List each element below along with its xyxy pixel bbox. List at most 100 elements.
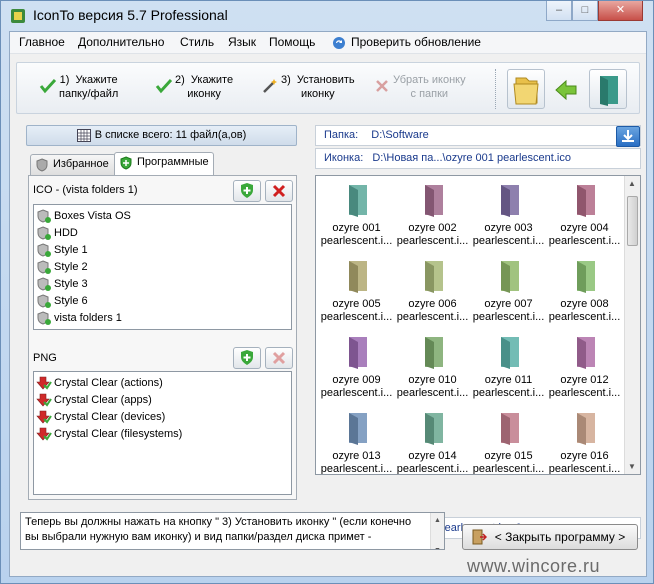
scroll-thumb[interactable] [627,196,638,246]
download-arrow-icon [36,393,52,407]
maximize-button[interactable]: □ [572,1,598,21]
folder-icon [424,185,443,217]
icon-name-ext: pearlescent.i... [320,311,393,323]
folder-path-row: Папка: D:\Software [315,125,641,147]
list-item[interactable]: vista folders 1 [34,310,291,327]
png-section-label: PNG [33,352,57,364]
tab-favorites[interactable]: Избранное [30,154,116,175]
list-item[interactable]: Crystal Clear (actions) [34,375,291,392]
icon-name: ozyre 014 [408,450,457,462]
shield-plus-icon [37,311,51,325]
step2-select-icon-button[interactable]: 2) Укажите иконку [155,69,245,109]
icon-grid-item[interactable]: ozyre 014 pearlescent.i... [395,410,470,474]
icon-name: ozyre 004 [560,222,609,234]
close-program-button[interactable]: < Закрыть программу > [462,524,638,550]
folder-label: Папка: [324,129,359,141]
icon-path-row: Иконка: D:\Новая па...\ozyre 001 pearles… [315,148,641,169]
menu-help[interactable]: Помощь [269,35,315,49]
file-count-text: В списке всего: 11 файл(а,ов) [94,129,247,141]
icon-name-ext: pearlescent.i... [472,463,545,475]
step3-label: 3) Установить иконку [281,74,355,100]
list-item[interactable]: Crystal Clear (devices) [34,409,291,426]
add-shield-icon [241,350,253,365]
folder-icon [500,413,519,445]
icon-grid-item[interactable]: ozyre 012 pearlescent.i... [547,334,622,410]
ico-add-button[interactable] [233,180,261,202]
icon-grid-item[interactable]: ozyre 010 pearlescent.i... [395,334,470,410]
icon-name: ozyre 016 [560,450,609,462]
icon-grid-item[interactable]: ozyre 006 pearlescent.i... [395,258,470,334]
source-folder-button[interactable] [507,69,545,109]
icon-grid[interactable]: ozyre 001 pearlescent.i... ozyre 002 pearle… [315,175,641,475]
close-window-button[interactable]: ✕ [598,1,643,21]
browse-folder-button[interactable] [616,126,640,147]
shield-plus-icon [37,226,51,240]
icon-name-ext: pearlescent.i... [320,387,393,399]
ico-delete-button[interactable] [265,180,293,202]
step3-set-icon-button[interactable]: 3) Установить иконку [261,69,366,109]
icon-name: ozyre 009 [332,374,381,386]
scroll-down-icon[interactable]: ▼ [628,462,636,471]
shield-icon [36,158,48,172]
shield-plus-icon [37,243,51,257]
icon-name: ozyre 006 [408,298,457,310]
icon-name: ozyre 005 [332,298,381,310]
step1-select-folder-button[interactable]: 1) Укажите папку/файл [39,69,144,109]
list-item[interactable]: Style 3 [34,276,291,293]
icon-grid-item[interactable]: ozyre 016 pearlescent.i... [547,410,622,474]
icon-grid-item[interactable]: ozyre 011 pearlescent.i... [471,334,546,410]
icon-grid-item[interactable]: ozyre 013 pearlescent.i... [319,410,394,474]
hint-message-box[interactable]: Теперь вы должны нажать на кнопку " 3) У… [20,512,445,550]
icon-grid-item[interactable]: ozyre 015 pearlescent.i... [471,410,546,475]
png-delete-button[interactable] [265,347,293,369]
list-item[interactable]: Boxes Vista OS [34,208,291,225]
icon-name-ext: pearlescent.i... [472,235,545,247]
icon-name: ozyre 001 [332,222,381,234]
folder-icon [500,337,519,369]
preview-folder-button[interactable] [589,69,627,109]
icon-grid-item[interactable]: ozyre 007 pearlescent.i... [471,258,546,334]
icon-grid-item[interactable]: ozyre 009 pearlescent.i... [319,334,394,410]
icon-grid-scrollbar[interactable]: ▲ ▼ [624,176,640,474]
menu-main[interactable]: Главное [19,35,65,49]
folder-icon [576,261,595,293]
download-arrow-icon [36,410,52,424]
title-bar[interactable]: IconTo версия 5.7 Professional – □ ✕ [1,1,653,31]
icon-name-ext: pearlescent.i... [396,311,469,323]
toolbar-separator [495,69,496,109]
minimize-button[interactable]: – [546,1,572,21]
menu-additional[interactable]: Дополнительно [78,35,164,49]
exit-door-icon [472,529,487,545]
list-item[interactable]: Style 6 [34,293,291,310]
png-list[interactable]: Crystal Clear (actions) Crystal Clear (a… [33,371,292,495]
ico-list[interactable]: Boxes Vista OS HDD Style 1 Style 2 Style… [33,204,292,330]
icon-grid-item[interactable]: ozyre 004 pearlescent.i... [547,182,622,258]
icon-name: ozyre 010 [408,374,457,386]
icon-grid-item[interactable]: ozyre 002 pearlescent.i... [395,182,470,258]
folder-icon [348,413,367,445]
hint-scrollbar[interactable]: ▲▼ [430,513,444,549]
list-item[interactable]: Style 2 [34,259,291,276]
icon-grid-item[interactable]: ozyre 003 pearlescent.i... [471,182,546,258]
list-item[interactable]: Crystal Clear (apps) [34,392,291,409]
icon-grid-item[interactable]: ozyre 008 pearlescent.i... [547,258,622,334]
png-add-button[interactable] [233,347,261,369]
list-item[interactable]: Style 1 [34,242,291,259]
icon-grid-item[interactable]: ozyre 001 pearlescent.i... [319,182,394,258]
scroll-up-icon[interactable]: ▲ [628,179,636,188]
menu-language[interactable]: Язык [228,35,256,49]
remove-icon-button[interactable]: Убрать иконку с папки [373,69,478,109]
app-icon [11,9,25,23]
remove-label: Убрать иконку с папки [393,74,466,100]
menu-style[interactable]: Стиль [180,35,214,49]
tab-programs[interactable]: Программные [114,152,214,175]
icon-name: ozyre 013 [332,450,381,462]
menu-check-update[interactable]: Проверить обновление [351,35,481,49]
folder-icon [348,261,367,293]
tab-favorites-label: Избранное [53,158,109,170]
list-item[interactable]: HDD [34,225,291,242]
folder-icon [424,413,443,445]
list-item[interactable]: Crystal Clear (filesystems) [34,426,291,443]
icon-grid-item[interactable]: ozyre 005 pearlescent.i... [319,258,394,334]
shield-plus-icon [37,294,51,308]
